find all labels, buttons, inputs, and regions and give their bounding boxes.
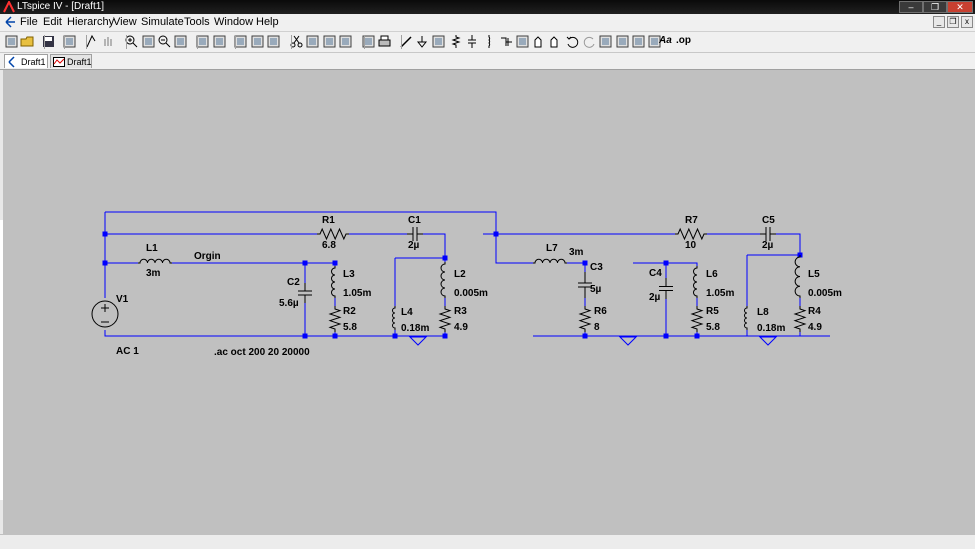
junction-dot — [694, 333, 700, 339]
label-r3-value: 4.9 — [454, 322, 468, 333]
wire — [567, 262, 586, 272]
label-c1-value: 2µ — [408, 240, 420, 251]
capacitor-c1[interactable] — [407, 227, 423, 241]
inductor-l5[interactable] — [794, 255, 801, 298]
junction-dot — [442, 333, 448, 339]
label-l5-name: L5 — [808, 269, 820, 280]
label-c4-name: C4 — [649, 268, 662, 279]
resistor-r5[interactable] — [690, 306, 704, 332]
label-c4-value: 2µ — [649, 292, 661, 303]
junction-dot — [663, 260, 669, 266]
net-label-orgin: Orgin — [194, 251, 221, 262]
polarity-marks — [101, 304, 109, 323]
wire — [495, 234, 533, 264]
resistor-r7[interactable] — [675, 227, 707, 241]
label-r6-name: R6 — [594, 306, 607, 317]
label-l3-value: 1.05m — [343, 288, 371, 299]
inductor-l8[interactable] — [744, 306, 748, 330]
ground-symbol — [758, 336, 778, 346]
label-r7-name: R7 — [685, 215, 698, 226]
label-c1-name: C1 — [408, 215, 421, 226]
resistor-r2[interactable] — [328, 306, 342, 332]
inductor-l1[interactable] — [138, 258, 172, 264]
wire — [172, 262, 336, 266]
label-r1-value: 6.8 — [322, 240, 336, 251]
capacitor-c4[interactable] — [659, 278, 673, 299]
label-l1-value: 3m — [146, 268, 161, 279]
schematic-drawing: V1 AC 1 L1 3m Orgin R1 6.8 C1 2µ C2 5.6µ L3 1.05m R2 5… — [91, 211, 842, 358]
inductor-l7[interactable] — [533, 258, 567, 264]
label-c5-name: C5 — [762, 215, 775, 226]
label-l7-value: 3m — [569, 247, 584, 258]
top-wire — [105, 211, 497, 235]
capacitor-c5[interactable] — [760, 227, 776, 241]
label-c3-name: C3 — [590, 262, 603, 273]
junction-dot — [663, 333, 669, 339]
label-r7-value: 10 — [685, 240, 697, 251]
junction-dot — [493, 231, 499, 237]
ground-symbol — [618, 336, 638, 346]
label-r5-name: R5 — [706, 306, 719, 317]
inductor-l6[interactable] — [693, 266, 698, 298]
label-l8-name: L8 — [757, 307, 769, 318]
inductor-l4[interactable] — [392, 306, 396, 330]
junction-dot — [392, 333, 398, 339]
label-l8-value: 0.18m — [757, 323, 785, 334]
label-r4-name: R4 — [808, 306, 821, 317]
label-c5-value: 2µ — [762, 240, 774, 251]
resistor-r6[interactable] — [578, 306, 592, 332]
junction-dot — [302, 260, 308, 266]
junction-dot — [302, 333, 308, 339]
label-l7-name: L7 — [546, 243, 558, 254]
label-r4-value: 4.9 — [808, 322, 822, 333]
label-v1-name: V1 — [116, 294, 129, 305]
junction-dot — [582, 260, 588, 266]
junction-dot — [442, 255, 448, 261]
label-c2-name: C2 — [287, 277, 300, 288]
label-l2-name: L2 — [454, 269, 466, 280]
label-l4-name: L4 — [401, 307, 413, 318]
label-r5-value: 5.8 — [706, 322, 720, 333]
resistor-r4[interactable] — [793, 306, 807, 332]
ground-symbol — [408, 336, 428, 346]
label-c2-value: 5.6µ — [279, 298, 299, 309]
label-l1-name: L1 — [146, 243, 158, 254]
spice-directive-text: .ac oct 200 20 20000 — [214, 347, 310, 358]
label-l2-value: 0.005m — [454, 288, 488, 299]
label-r3-name: R3 — [454, 306, 467, 317]
label-v1-value: AC 1 — [116, 346, 139, 357]
label-l3-name: L3 — [343, 269, 355, 280]
junction-dot — [102, 260, 108, 266]
junction-dot — [332, 333, 338, 339]
junction-dot — [102, 231, 108, 237]
junction-dot — [582, 333, 588, 339]
label-r1-name: R1 — [322, 215, 335, 226]
label-r2-name: R2 — [343, 306, 356, 317]
inductor-l2[interactable] — [440, 262, 446, 298]
label-r6-value: 8 — [594, 322, 600, 333]
capacitor-c2[interactable] — [298, 283, 312, 303]
label-c3-value: 5µ — [590, 284, 602, 295]
label-l4-value: 0.18m — [401, 323, 429, 334]
resistor-r3[interactable] — [438, 306, 452, 332]
label-l5-value: 0.005m — [808, 288, 842, 299]
wire — [776, 233, 801, 255]
label-l6-value: 1.05m — [706, 288, 734, 299]
resistor-r1[interactable] — [317, 227, 349, 241]
label-l6-name: L6 — [706, 269, 718, 280]
inductor-l3[interactable] — [331, 266, 336, 298]
label-r2-value: 5.8 — [343, 322, 357, 333]
junction-dot — [332, 260, 338, 266]
